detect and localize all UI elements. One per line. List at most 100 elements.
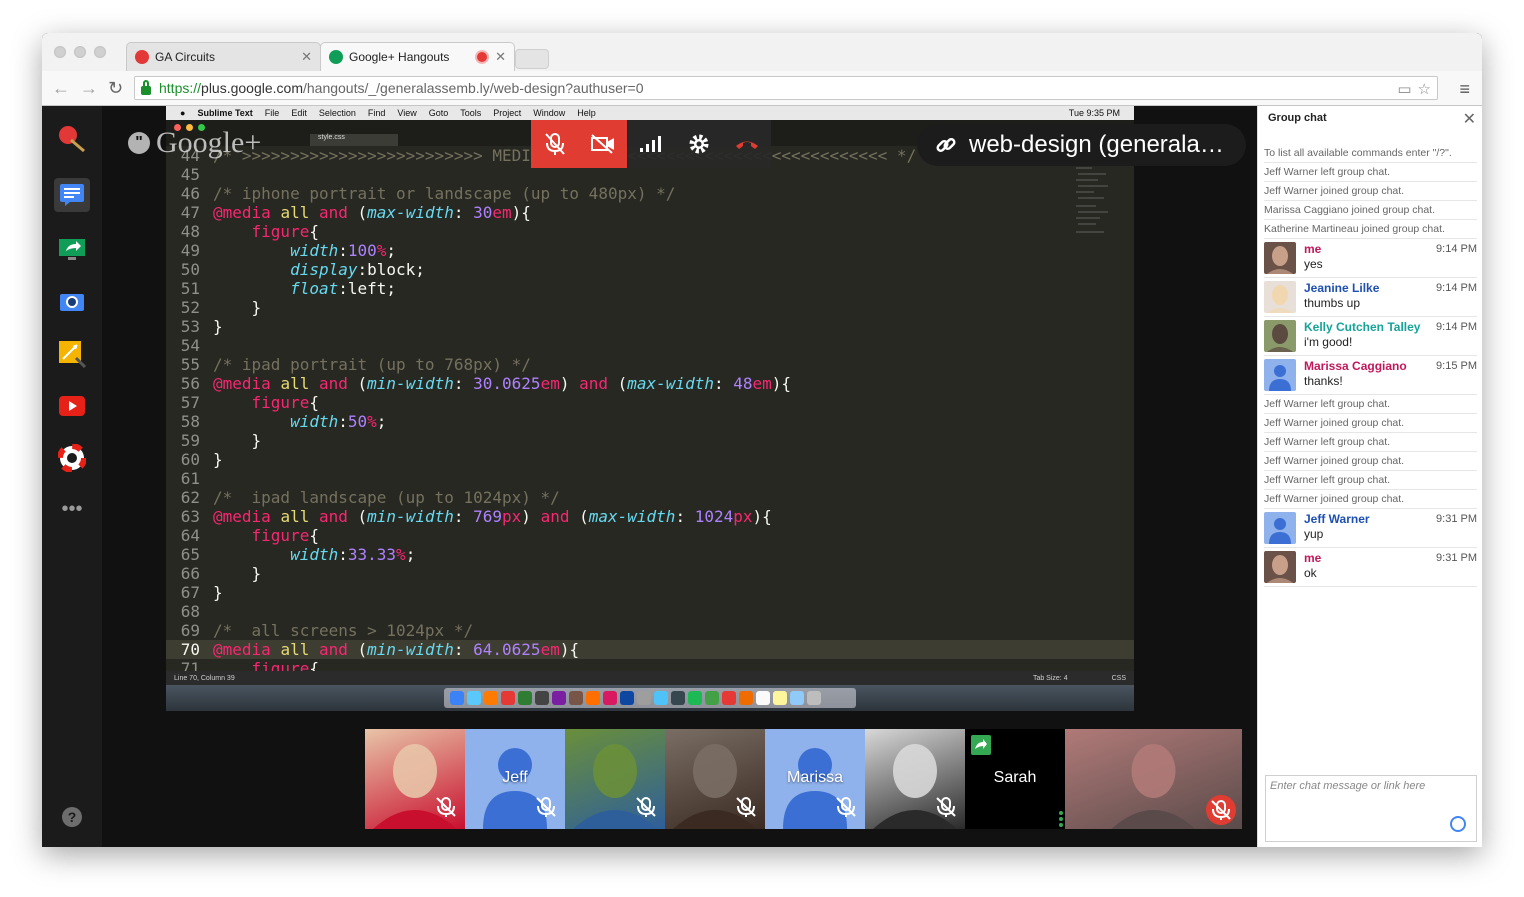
- back-arrow-icon[interactable]: ←: [52, 78, 70, 99]
- help-question-icon[interactable]: ?: [62, 807, 82, 827]
- app-screenshare-icon[interactable]: [54, 232, 90, 266]
- chat-message: Jeanine Lilke 9:14 PM thumbs up: [1264, 278, 1477, 317]
- code-line: 53}: [166, 317, 1134, 336]
- line-number: 70: [180, 640, 200, 659]
- mic-off-icon: [435, 796, 457, 823]
- chat-sender[interactable]: Marissa Caggiano: [1304, 359, 1407, 373]
- code-line: 51 float:left;: [166, 279, 1134, 298]
- line-text: }: [213, 583, 223, 602]
- code-line: 61: [166, 469, 1134, 488]
- group-chat-panel: Group chat ✕ To list all available comma…: [1257, 106, 1482, 847]
- new-tab-button[interactable]: [515, 49, 549, 69]
- chat-message-input[interactable]: Enter chat message or link here: [1265, 775, 1477, 842]
- participant-tile[interactable]: Jeff: [465, 729, 565, 829]
- chat-system-message: Jeff Warner joined group chat.: [1264, 490, 1477, 509]
- tab-hangouts[interactable]: Google+ Hangouts ✕: [320, 42, 515, 71]
- gear-icon: [689, 134, 709, 154]
- browser-toolbar: ← → ↻ https:// plus.google.com /hangouts…: [42, 71, 1482, 106]
- code-line: 64 figure{: [166, 526, 1134, 545]
- line-number: 62: [180, 488, 200, 507]
- url-path: /hangouts/_/generalassemb.ly/web-design?…: [302, 80, 644, 96]
- line-number: 50: [180, 260, 200, 279]
- app-ga-icon[interactable]: [54, 122, 90, 156]
- chat-sender[interactable]: Jeanine Lilke: [1304, 281, 1379, 295]
- camera-permission-icon[interactable]: ▭: [1397, 80, 1411, 98]
- mic-off-icon: [1206, 795, 1236, 825]
- chat-messages: To list all available commands enter "/?…: [1264, 144, 1477, 587]
- line-text: width:50%;: [290, 412, 387, 431]
- syntax-mode: CSS: [1111, 674, 1126, 682]
- code-line: 58 width:50%;: [166, 412, 1134, 431]
- participant-tile[interactable]: [365, 729, 465, 829]
- line-text: @media all and (min-width: 30.0625em) an…: [213, 374, 792, 393]
- editor-status-bar: Line 70, Column 39 Tab Size: 4 CSS: [166, 671, 1134, 685]
- camera-off-icon: [591, 134, 614, 154]
- mute-mic-button[interactable]: [531, 120, 579, 168]
- chat-time: 9:14 PM: [1436, 282, 1477, 294]
- line-text: width:33.33%;: [290, 545, 416, 564]
- app-youtube-icon[interactable]: [54, 389, 90, 423]
- hang-up-button[interactable]: [723, 120, 771, 168]
- line-number: 48: [180, 222, 200, 241]
- address-bar[interactable]: https:// plus.google.com /hangouts/_/gen…: [134, 76, 1438, 100]
- cursor-position: Line 70, Column 39: [174, 674, 235, 682]
- chat-sender[interactable]: me: [1304, 551, 1321, 565]
- close-tab-icon[interactable]: ✕: [495, 49, 506, 65]
- tab-ga-circuits[interactable]: GA Circuits ✕: [126, 42, 321, 71]
- menu-window: Window: [533, 108, 566, 118]
- hangout-apps-rail: ••• ?: [42, 106, 102, 847]
- bandwidth-button[interactable]: [627, 120, 675, 168]
- close-tab-icon[interactable]: ✕: [301, 49, 312, 65]
- app-chat-icon[interactable]: [54, 178, 90, 212]
- chat-message: me 9:14 PM yes: [1264, 239, 1477, 278]
- participant-tile[interactable]: [665, 729, 765, 829]
- more-apps-icon[interactable]: •••: [54, 492, 90, 526]
- close-chat-icon[interactable]: ✕: [1463, 109, 1476, 129]
- chat-text: yup: [1304, 527, 1324, 541]
- code-line: 69 /* all screens > 1024px */: [166, 621, 1134, 640]
- line-text: }: [213, 298, 262, 317]
- mic-off-icon: [545, 133, 565, 155]
- emoji-smiley-icon[interactable]: [1450, 816, 1466, 832]
- forward-arrow-icon[interactable]: →: [80, 78, 98, 99]
- tab-size: Tab Size: 4: [1032, 674, 1068, 682]
- app-help-lifebuoy-icon[interactable]: [54, 441, 90, 475]
- url-scheme: https://: [159, 80, 202, 96]
- line-number: 63: [180, 507, 200, 526]
- bookmark-star-icon[interactable]: ☆: [1418, 80, 1431, 98]
- audio-level-indicator: [1059, 811, 1063, 827]
- line-number: 51: [180, 279, 200, 298]
- room-name-pill[interactable]: web-design (generala…: [917, 124, 1246, 166]
- close-window-button[interactable]: [54, 46, 66, 58]
- line-text: }: [213, 450, 223, 469]
- line-number: 64: [180, 526, 200, 545]
- line-number: 59: [180, 431, 200, 450]
- app-camera-icon[interactable]: [54, 284, 90, 318]
- code-editor: 44/* >>>>>>>>>>>>>>>>>>>>>>>>> MEDIA QUE…: [166, 146, 1134, 671]
- zoom-window-button[interactable]: [94, 46, 106, 58]
- participant-tile[interactable]: [1065, 729, 1242, 829]
- settings-button[interactable]: [675, 120, 723, 168]
- minimize-window-button[interactable]: [74, 46, 86, 58]
- mic-off-icon: [535, 796, 557, 823]
- lock-icon: [141, 79, 151, 95]
- line-number: 67: [180, 583, 200, 602]
- line-number: 68: [180, 602, 200, 621]
- chat-sender[interactable]: Jeff Warner: [1304, 512, 1370, 526]
- reload-icon[interactable]: ↻: [108, 78, 123, 99]
- chat-sender[interactable]: Kelly Cutchen Talley: [1304, 320, 1420, 334]
- participant-tile[interactable]: [865, 729, 965, 829]
- participant-tile[interactable]: Marissa: [765, 729, 865, 829]
- camera-off-button[interactable]: [579, 120, 627, 168]
- mic-off-icon: [835, 796, 857, 823]
- participant-tile[interactable]: Sarah: [965, 729, 1065, 829]
- hamburger-menu-icon[interactable]: ≡: [1459, 79, 1470, 100]
- app-effects-icon[interactable]: [54, 337, 90, 371]
- participant-tile[interactable]: [565, 729, 665, 829]
- chat-system-message: To list all available commands enter "/?…: [1264, 144, 1477, 163]
- line-number: 71: [180, 659, 200, 671]
- chat-avatar: [1264, 551, 1296, 583]
- code-line: 71 figure{: [166, 659, 1134, 671]
- chat-sender[interactable]: me: [1304, 242, 1321, 256]
- chat-text: ok: [1304, 566, 1317, 580]
